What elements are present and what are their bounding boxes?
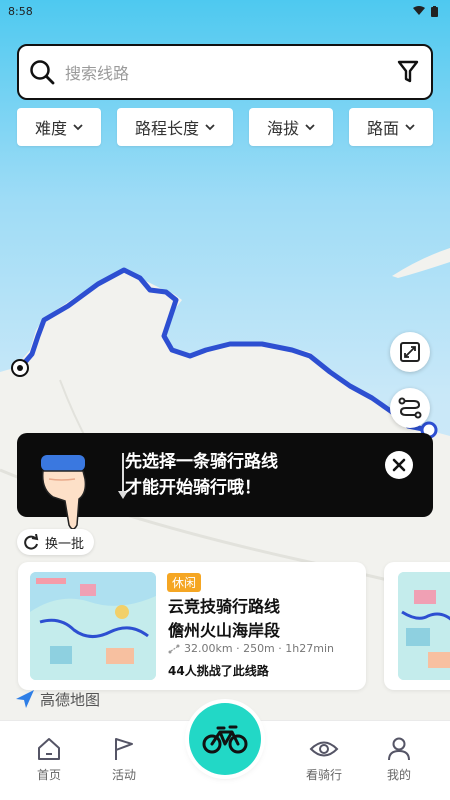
filter-label: 难度 (34, 119, 67, 138)
filter-icon[interactable] (397, 60, 419, 84)
route-stats-icon (168, 644, 180, 653)
tip-line: 先选择一条骑行路线 (125, 452, 278, 472)
amap-logo-icon (16, 690, 34, 708)
route-card-next[interactable] (384, 562, 450, 690)
filter-label: 路面 (366, 119, 399, 138)
route-map-illustration (398, 572, 450, 680)
status-time: 8:58 (8, 4, 33, 18)
route-challenge-count: 44人挑战了此线路 (168, 664, 269, 678)
expand-icon (400, 342, 420, 362)
nav-watch-ride[interactable]: 看骑行 (294, 736, 354, 783)
refresh-label: 换一批 (45, 536, 85, 552)
route-stats: 32.00km · 250m · 1h27min (168, 642, 334, 655)
tip-line: 才能开始骑行哦！ (125, 478, 261, 498)
wifi-icon (413, 6, 425, 15)
route-type-badge: 休闲 (167, 573, 202, 592)
battery-icon (431, 5, 438, 17)
refresh-routes-button[interactable]: 换一批 (17, 529, 95, 555)
filter-label: 海拔 (266, 119, 299, 138)
person-icon (388, 737, 410, 761)
home-icon (38, 738, 60, 760)
route-map-illustration (30, 572, 156, 680)
map-attribution-text: 高德地图 (40, 690, 101, 709)
chevron-down-icon (205, 124, 215, 131)
filter-chips: 难度 路程长度 海拔 路面 (17, 108, 433, 146)
close-icon (392, 458, 406, 472)
route-icon (398, 397, 422, 419)
route-card[interactable]: 休闲 云竞技骑行路线 儋州火山海岸段 32.00km · 250m · 1h27… (18, 562, 366, 690)
pointing-hand-icon (41, 455, 87, 530)
filter-altitude[interactable]: 海拔 (249, 108, 333, 146)
nav-label: 我的 (386, 768, 411, 782)
search-input[interactable]: 搜索线路 (65, 60, 397, 84)
route-title-line: 云竞技骑行路线 (168, 597, 281, 616)
filter-difficulty[interactable]: 难度 (17, 108, 101, 146)
bicycle-icon (202, 725, 248, 754)
flag-icon (115, 738, 133, 760)
nav-label: 首页 (36, 768, 61, 782)
filter-surface[interactable]: 路面 (349, 108, 433, 146)
filter-label: 路程长度 (134, 119, 199, 138)
nav-label: 看骑行 (305, 768, 342, 782)
route-title: 云竞技骑行路线 儋州火山海岸段 (168, 595, 280, 643)
chevron-down-icon (305, 124, 315, 131)
chevron-down-icon (405, 124, 415, 131)
nav-activity[interactable]: 活动 (94, 736, 154, 783)
route-thumbnail (398, 572, 450, 680)
route-title-line: 儋州火山海岸段 (168, 621, 281, 640)
search-icon[interactable] (29, 59, 55, 85)
chevron-down-icon (73, 124, 83, 131)
route-thumbnail (30, 572, 156, 680)
start-ride-button[interactable] (189, 703, 261, 775)
tip-text: 先选择一条骑行路线 才能开始骑行哦！ (125, 449, 278, 501)
nav-home[interactable]: 首页 (19, 736, 79, 783)
eye-icon (309, 741, 339, 757)
refresh-icon (24, 534, 39, 550)
filter-distance[interactable]: 路程长度 (117, 108, 233, 146)
status-bar: 8:58 (0, 0, 450, 22)
nav-label: 活动 (111, 768, 136, 782)
close-tip-button[interactable] (385, 451, 413, 479)
nav-profile[interactable]: 我的 (369, 736, 429, 783)
fullscreen-button[interactable] (390, 332, 430, 372)
map-attribution: 高德地图 (14, 688, 100, 710)
route-stats-text: 32.00km · 250m · 1h27min (184, 642, 334, 655)
search-bar[interactable]: 搜索线路 (17, 44, 433, 100)
route-button[interactable] (390, 388, 430, 428)
route-tip-banner: 先选择一条骑行路线 才能开始骑行哦！ (17, 433, 433, 530)
